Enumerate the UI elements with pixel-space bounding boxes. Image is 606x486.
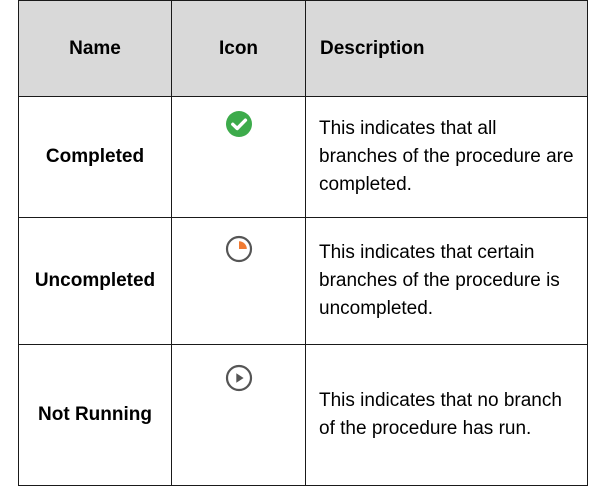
status-description: This indicates that all branches of the … xyxy=(305,96,588,218)
status-description: This indicates that no branch of the pro… xyxy=(305,344,588,486)
table-header-row: Name Icon Description xyxy=(18,0,588,97)
table-row-not-running: Not Running This indicates that no branc… xyxy=(18,344,588,486)
status-icons-table: Name Icon Description Completed This ind… xyxy=(18,0,588,486)
icon-column-header: Icon xyxy=(171,0,306,97)
status-name: Uncompleted xyxy=(18,217,172,345)
check-circle-icon xyxy=(172,109,305,139)
play-circle-icon xyxy=(172,363,305,393)
partial-progress-icon xyxy=(172,234,305,264)
status-name: Completed xyxy=(18,96,172,218)
table-row-completed: Completed This indicates that all branch… xyxy=(18,96,588,218)
status-name: Not Running xyxy=(18,344,172,486)
table-row-uncompleted: Uncompleted This indicates that certain … xyxy=(18,217,588,345)
status-description: This indicates that certain branches of … xyxy=(305,217,588,345)
name-column-header: Name xyxy=(18,0,172,97)
description-column-header: Description xyxy=(305,0,588,97)
